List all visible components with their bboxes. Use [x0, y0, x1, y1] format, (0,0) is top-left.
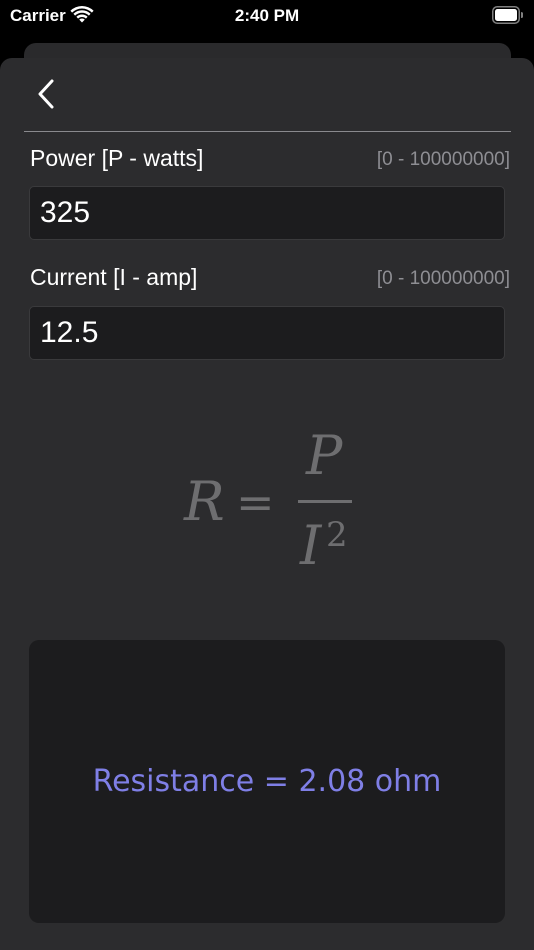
result-panel: Resistance = 2.08 ohm [29, 640, 505, 923]
fraction-bar [298, 500, 352, 503]
current-range: [0 - 100000000] [376, 268, 510, 289]
back-chevron-icon[interactable] [30, 75, 64, 115]
status-bar: Carrier 2:40 PM [0, 0, 534, 32]
formula-image: R = P I 2 [183, 424, 352, 577]
formula-denominator: I [299, 514, 323, 577]
header-divider [24, 131, 511, 132]
status-time: 2:40 PM [234, 6, 300, 25]
formula-equals: = [236, 475, 275, 529]
battery-icon [492, 6, 523, 24]
formula-lhs: R [183, 470, 225, 533]
formula-numerator: P [305, 424, 344, 487]
power-range: [0 - 100000000] [376, 149, 510, 170]
power-input[interactable] [29, 186, 505, 240]
current-input[interactable] [29, 306, 505, 360]
current-label: Current [I - amp] [30, 264, 198, 290]
power-label: Power [P - watts] [30, 145, 204, 171]
formula-exponent: 2 [326, 515, 348, 555]
result-text: Resistance = 2.08 ohm [92, 764, 442, 799]
